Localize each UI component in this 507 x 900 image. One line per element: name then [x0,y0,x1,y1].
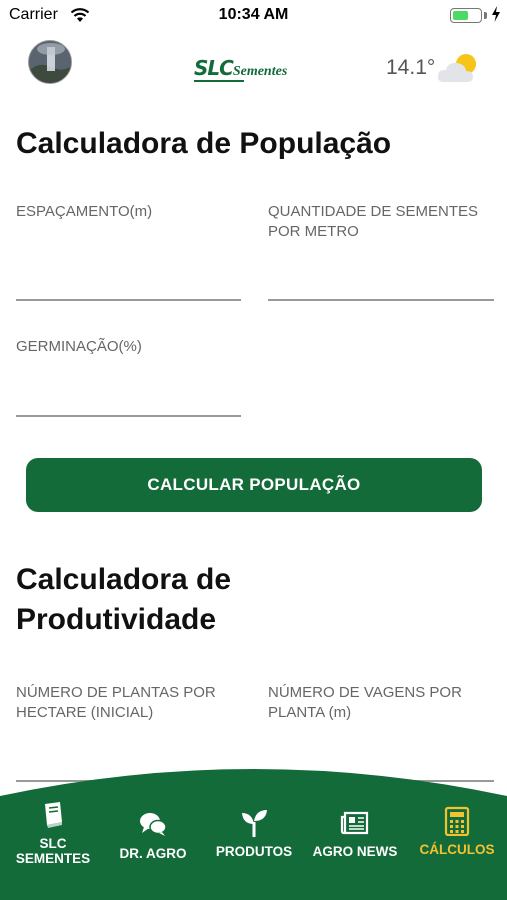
nav-agro-news[interactable]: AGRO NEWS [306,808,404,859]
nav-dr-agro-label: DR. AGRO [119,846,187,861]
seeds-label-line2: POR METRO [268,223,359,240]
newspaper-icon [340,811,369,835]
avatar[interactable] [28,40,72,84]
app-header: SLCSementes 14.1° [0,40,507,90]
plants-label-line1: NÚMERO DE PLANTAS POR [16,684,216,701]
waterfall-image [29,41,71,83]
logo-underline [194,80,244,82]
seeds-label-line1: QUANTIDADE DE SEMENTES [268,203,479,220]
clock: 10:34 AM [218,6,289,23]
productivity-title-line2: Produtividade [16,603,217,636]
spacing-input[interactable] [16,268,241,296]
battery-fill [453,11,468,20]
productivity-title-line1: Calculadora de [16,563,232,596]
plants-per-hectare-label: NÚMERO DE PLANTAS POR HECTARE (INICIAL) [16,683,216,723]
chat-bubbles-icon [140,813,167,836]
status-bar: Carrier 10:34 AM [0,0,507,30]
germination-label: GERMINAÇÃO(%) [16,338,142,355]
battery-icon [450,8,482,23]
brand-logo: SLCSementes [194,56,287,84]
germination-underline [16,415,241,417]
nav-calculos[interactable]: CÁLCULOS [412,806,502,857]
seeds-per-meter-input[interactable] [268,268,494,296]
spacing-underline [16,299,241,301]
nav-dr-agro[interactable]: DR. AGRO [108,810,198,861]
population-calculator-title: Calculadora de População [16,127,392,160]
nav-calculos-label: CÁLCULOS [419,842,495,857]
calculator-icon [444,806,470,836]
pods-label-line2: PLANTA (m) [268,704,352,721]
productivity-calculator-title: Calculadora de Produtividade [16,560,231,640]
book-icon [45,802,62,828]
charging-bolt-icon [492,6,500,22]
nav-slc-sementes[interactable]: SLC SEMENTES [8,800,98,866]
seeds-underline [268,299,494,301]
nav-slc-label-line2: SEMENTES [15,851,91,866]
logo-sub-text: Sementes [232,64,288,79]
logo-main-text: SLC [194,56,234,80]
temperature-label: 14.1° [386,56,436,79]
partly-cloudy-icon [437,54,476,82]
nav-slc-label-line1: SLC [39,836,67,851]
sprout-icon [242,810,267,837]
nav-produtos[interactable]: PRODUTOS [208,808,300,859]
battery-nub [484,12,487,19]
seeds-per-meter-label: QUANTIDADE DE SEMENTES POR METRO [268,202,478,242]
calculate-population-button[interactable]: CALCULAR POPULAÇÃO [26,458,482,512]
germination-input[interactable] [16,384,241,412]
spacing-label: ESPAÇAMENTO(m) [16,203,153,220]
pods-per-plant-label: NÚMERO DE VAGENS POR PLANTA (m) [268,683,462,723]
nav-agro-news-label: AGRO NEWS [312,844,398,859]
plants-label-line2: HECTARE (INICIAL) [16,704,154,721]
nav-produtos-label: PRODUTOS [215,844,293,859]
pods-label-line1: NÚMERO DE VAGENS POR [268,684,462,701]
